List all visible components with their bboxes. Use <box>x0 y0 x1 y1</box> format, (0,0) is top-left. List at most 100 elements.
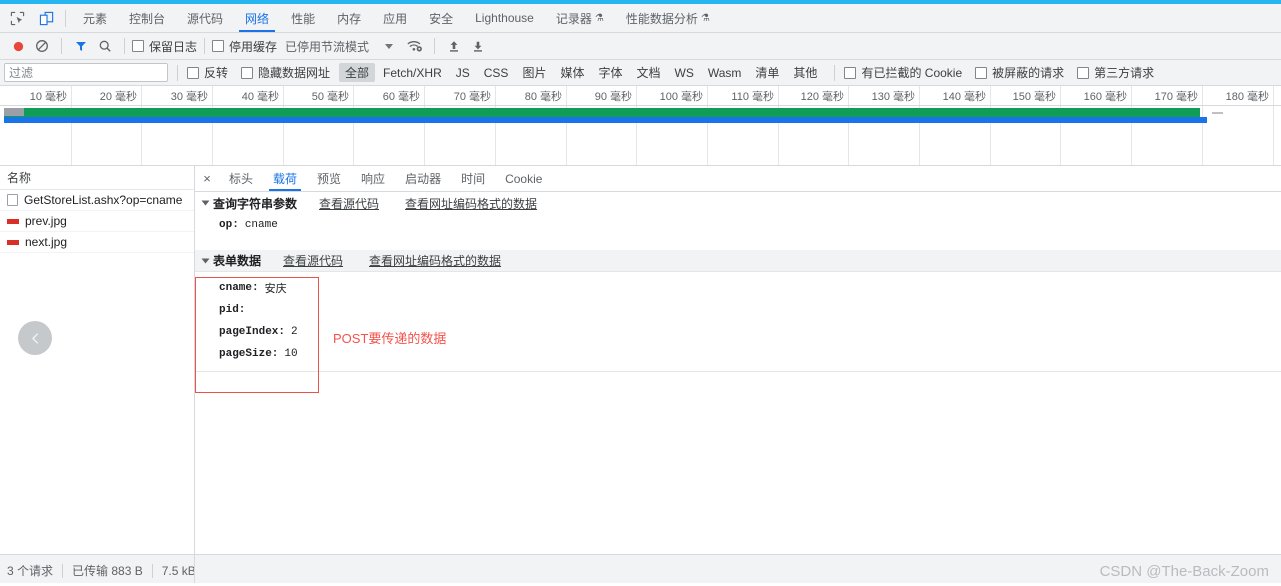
detail-tab-4[interactable]: 启动器 <box>395 166 451 191</box>
form-view-source-link[interactable]: 查看源代码 <box>283 252 343 269</box>
main-tab-label: 应用 <box>383 11 408 26</box>
form-section-toggle-icon[interactable] <box>201 258 210 263</box>
third-party-checkbox[interactable]: 第三方请求 <box>1077 64 1154 81</box>
close-detail-button[interactable]: × <box>195 167 219 191</box>
timeline-tick-13 <box>990 86 991 165</box>
collapse-sidebar-button[interactable] <box>18 321 52 355</box>
filter-type-4[interactable]: 图片 <box>516 63 552 82</box>
form-view-urlencoded-link[interactable]: 查看网址编码格式的数据 <box>369 252 501 269</box>
main-tab-4[interactable]: 性能 <box>280 4 326 32</box>
timeline-tick-8 <box>636 86 637 165</box>
hide-data-urls-label: 隐藏数据网址 <box>258 66 331 80</box>
main-tab-6[interactable]: 应用 <box>372 4 418 32</box>
network-conditions-button[interactable] <box>403 35 427 57</box>
request-row[interactable]: prev.jpg <box>0 211 194 232</box>
request-row[interactable]: next.jpg <box>0 232 194 253</box>
inspect-element-icon[interactable] <box>4 7 30 30</box>
main-tab-9[interactable]: 记录器 ⚗ <box>545 4 615 32</box>
disable-cache-checkbox[interactable]: 停用缓存 <box>212 38 277 55</box>
request-row[interactable]: GetStoreList.ashx?op=cname <box>0 190 194 211</box>
main-tab-0[interactable]: 元素 <box>72 4 118 32</box>
upload-arrow-icon <box>450 41 459 52</box>
requests-panel: 名称 GetStoreList.ashx?op=cname prev.jpg nex… <box>0 166 195 554</box>
transferred-size: 已传输 883 B <box>72 564 143 578</box>
filter-type-3[interactable]: CSS <box>478 65 515 81</box>
filter-type-9[interactable]: Wasm <box>702 65 748 81</box>
preserve-log-checkbox[interactable]: 保留日志 <box>132 38 197 55</box>
timeline-tick-label-2: 30 毫秒 <box>170 91 208 103</box>
filter-toggle-button[interactable] <box>69 35 93 57</box>
request-name: next.jpg <box>25 235 68 249</box>
query-section-toggle-icon[interactable] <box>201 200 210 206</box>
main-tab-5[interactable]: 内存 <box>326 4 372 32</box>
network-content-area: 名称 GetStoreList.ashx?op=cname prev.jpg nex… <box>0 166 1281 554</box>
filter-type-10[interactable]: 清单 <box>749 63 785 82</box>
filter-input[interactable] <box>4 63 168 82</box>
main-tab-8[interactable]: Lighthouse <box>464 4 545 32</box>
query-view-source-link[interactable]: 查看源代码 <box>319 195 379 212</box>
main-tab-7[interactable]: 安全 <box>418 4 464 32</box>
invert-filter-checkbox[interactable]: 反转 <box>187 64 228 81</box>
main-tab-2[interactable]: 源代码 <box>176 4 234 32</box>
hide-data-urls-box <box>241 66 254 79</box>
timeline-initial-segment <box>4 108 24 116</box>
clear-button[interactable] <box>30 35 54 57</box>
filter-type-8[interactable]: WS <box>669 65 700 81</box>
main-tab-10[interactable]: 性能数据分析 ⚗ <box>615 4 721 32</box>
request-name: prev.jpg <box>25 214 67 228</box>
hide-data-urls-checkbox[interactable]: 隐藏数据网址 <box>241 64 330 81</box>
detail-tab-3[interactable]: 响应 <box>351 166 395 191</box>
filter-type-0[interactable]: 全部 <box>339 63 376 82</box>
main-tab-label: 网络 <box>245 11 270 26</box>
network-status-bar: 3 个请求 已传输 883 B 7.5 kB CSDN @The-Back-Zo… <box>0 554 1281 586</box>
devtools-window: 元素 控制台 源代码 网络 性能 内存 应用 安全 Lighthouse 记录器 ⚗ 性能数据分析 ⚗ <box>0 0 1281 586</box>
resource-type-filters: 全部 Fetch/XHR JS CSS 图片 媒体 字体 文档 WS Wasm 清单 其他 <box>339 63 825 82</box>
timeline-tick-0 <box>71 86 72 165</box>
detail-tab-5[interactable]: 时间 <box>451 166 495 191</box>
main-tabs-container: 元素 控制台 源代码 网络 性能 内存 应用 安全 Lighthouse 记录器 ⚗ 性能数据分析 ⚗ <box>72 4 721 32</box>
chevron-down-icon[interactable] <box>385 43 394 49</box>
annotation-label: POST要传递的数据 <box>333 331 447 346</box>
main-tab-label: 性能数据分析 <box>625 11 698 26</box>
blocked-cookies-checkbox[interactable]: 有已拦截的 Cookie <box>844 64 962 81</box>
throttling-selector[interactable]: 已停用节流模式 <box>285 38 369 55</box>
detail-tab-6[interactable]: Cookie <box>495 166 552 191</box>
clear-icon <box>36 40 48 52</box>
main-tab-3[interactable]: 网络 <box>234 4 280 32</box>
filter-type-1[interactable]: Fetch/XHR <box>377 65 448 81</box>
search-button[interactable] <box>93 35 117 57</box>
filter-type-7[interactable]: 文档 <box>630 63 666 82</box>
requests-column-header[interactable]: 名称 <box>0 166 194 190</box>
blocked-cookies-label: 有已拦截的 Cookie <box>861 66 963 80</box>
query-view-urlencoded-link[interactable]: 查看网址编码格式的数据 <box>405 195 537 212</box>
timeline-tick-label-14: 150 毫秒 <box>1012 91 1056 103</box>
import-har-button[interactable] <box>442 35 466 57</box>
network-timeline-overview[interactable]: 10 毫秒 20 毫秒 30 毫秒 40 毫秒 50 毫秒 60 毫秒 70 毫秒 80 毫秒… <box>0 86 1281 166</box>
param-key: pageIndex: <box>219 326 286 338</box>
export-har-button[interactable] <box>466 35 490 57</box>
filter-divider-1 <box>177 64 178 81</box>
detail-tab-2[interactable]: 预览 <box>307 166 351 191</box>
request-count: 3 个请求 <box>7 564 54 578</box>
timeline-trailing-dash <box>1212 112 1223 114</box>
detail-tab-1[interactable]: 载荷 <box>263 166 307 191</box>
main-tab-1[interactable]: 控制台 <box>118 4 176 32</box>
detail-tab-0[interactable]: 标头 <box>219 166 263 191</box>
filter-type-11[interactable]: 其他 <box>787 63 823 82</box>
timeline-tick-label-3: 40 毫秒 <box>241 91 279 103</box>
query-params-list: op: cname <box>195 214 1281 236</box>
invert-label: 反转 <box>204 66 229 80</box>
record-button[interactable] <box>6 35 30 57</box>
status-divider-1 <box>62 563 64 578</box>
filter-type-6[interactable]: 字体 <box>592 63 628 82</box>
filter-type-5[interactable]: 媒体 <box>554 63 590 82</box>
filter-type-2[interactable]: JS <box>450 65 476 81</box>
main-tab-label: 控制台 <box>129 11 166 26</box>
toggle-device-toolbar-icon[interactable] <box>34 7 60 30</box>
main-tab-label: 内存 <box>337 11 362 26</box>
detail-tabs-container: 标头 载荷 预览 响应 启动器 时间 Cookie <box>219 166 552 191</box>
blocked-cookies-box <box>844 66 857 79</box>
main-tab-label: 源代码 <box>187 11 224 26</box>
blocked-requests-checkbox[interactable]: 被屏蔽的请求 <box>975 64 1064 81</box>
document-icon <box>7 194 18 206</box>
